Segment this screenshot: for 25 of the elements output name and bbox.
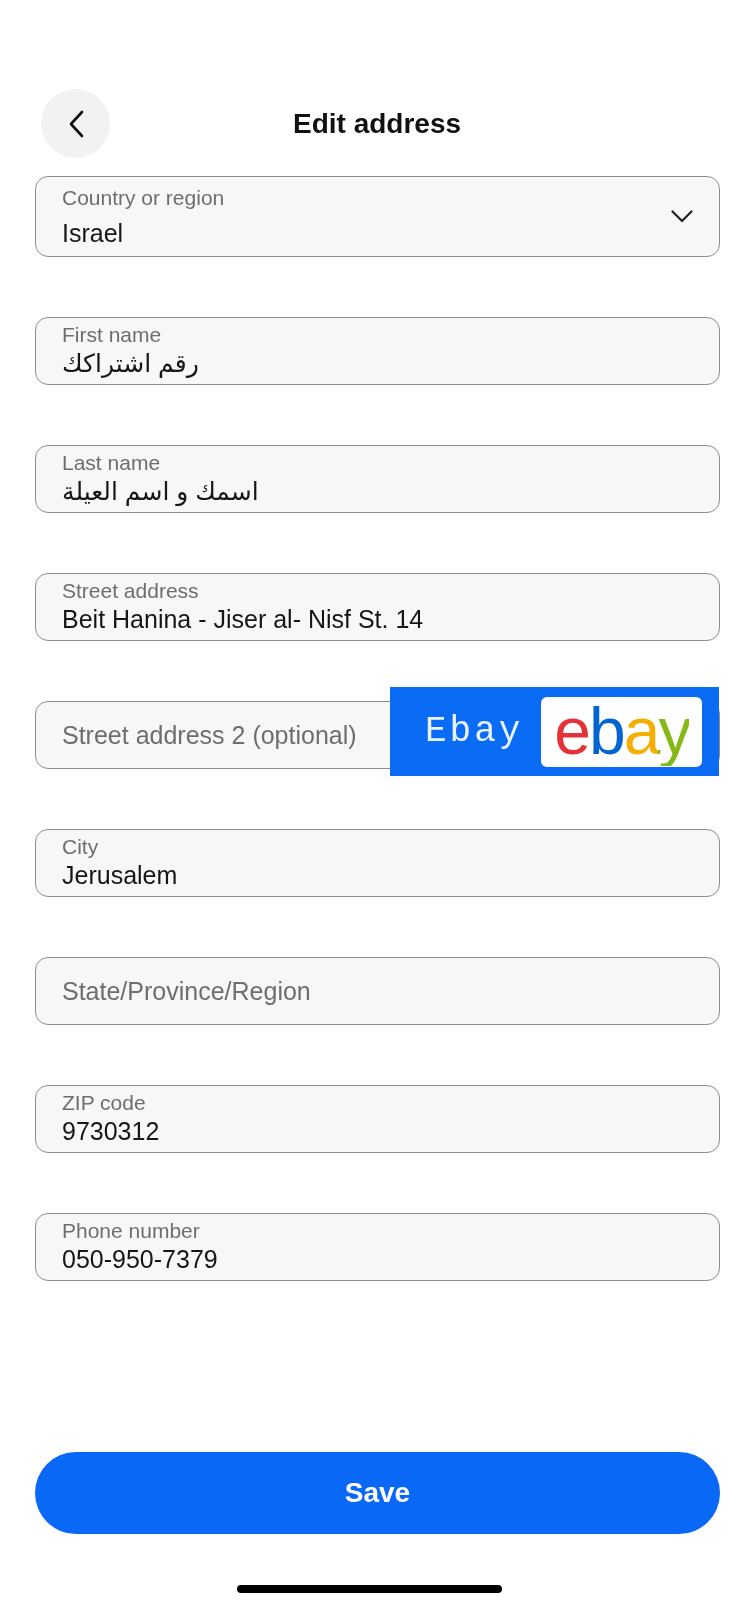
page-title: Edit address xyxy=(291,107,463,140)
text-field[interactable]: Phone number 050-950-7379 xyxy=(35,1213,720,1281)
select-field[interactable]: Country or region Israel xyxy=(35,176,720,257)
text-field[interactable]: State/Province/Region xyxy=(35,957,720,1025)
field-label: First name xyxy=(62,323,163,347)
text-field[interactable]: ZIP code 9730312 xyxy=(35,1085,720,1153)
text-input[interactable]: 9730312 xyxy=(62,1115,693,1147)
field-label: City xyxy=(62,835,100,859)
chevron-left-icon xyxy=(67,109,84,138)
field-label: Last name xyxy=(62,451,162,475)
chevron-down-icon xyxy=(671,210,693,223)
text-input[interactable]: اسمك و اسم العيلة xyxy=(62,475,693,507)
field-label: Country or region xyxy=(62,185,225,210)
text-input[interactable]: رقم اشتراكك xyxy=(62,347,693,379)
text-input[interactable]: Jerusalem xyxy=(62,859,693,891)
text-field[interactable]: Street address Beit Hanina - Jiser al- Nisf St. 14 xyxy=(35,573,720,641)
save-button[interactable]: Save xyxy=(35,1452,720,1534)
field-label: Street address xyxy=(62,579,200,603)
badge-caption: Ebay xyxy=(425,711,524,752)
text-input[interactable]: Beit Hanina - Jiser al- Nisf St. 14 xyxy=(62,603,693,635)
text-input[interactable]: State/Province/Region xyxy=(62,975,693,1007)
field-label: Phone number xyxy=(62,1219,201,1243)
text-input[interactable]: 050-950-7379 xyxy=(62,1243,693,1275)
text-field[interactable]: City Jerusalem xyxy=(35,829,720,897)
field-label: ZIP code xyxy=(62,1091,147,1115)
